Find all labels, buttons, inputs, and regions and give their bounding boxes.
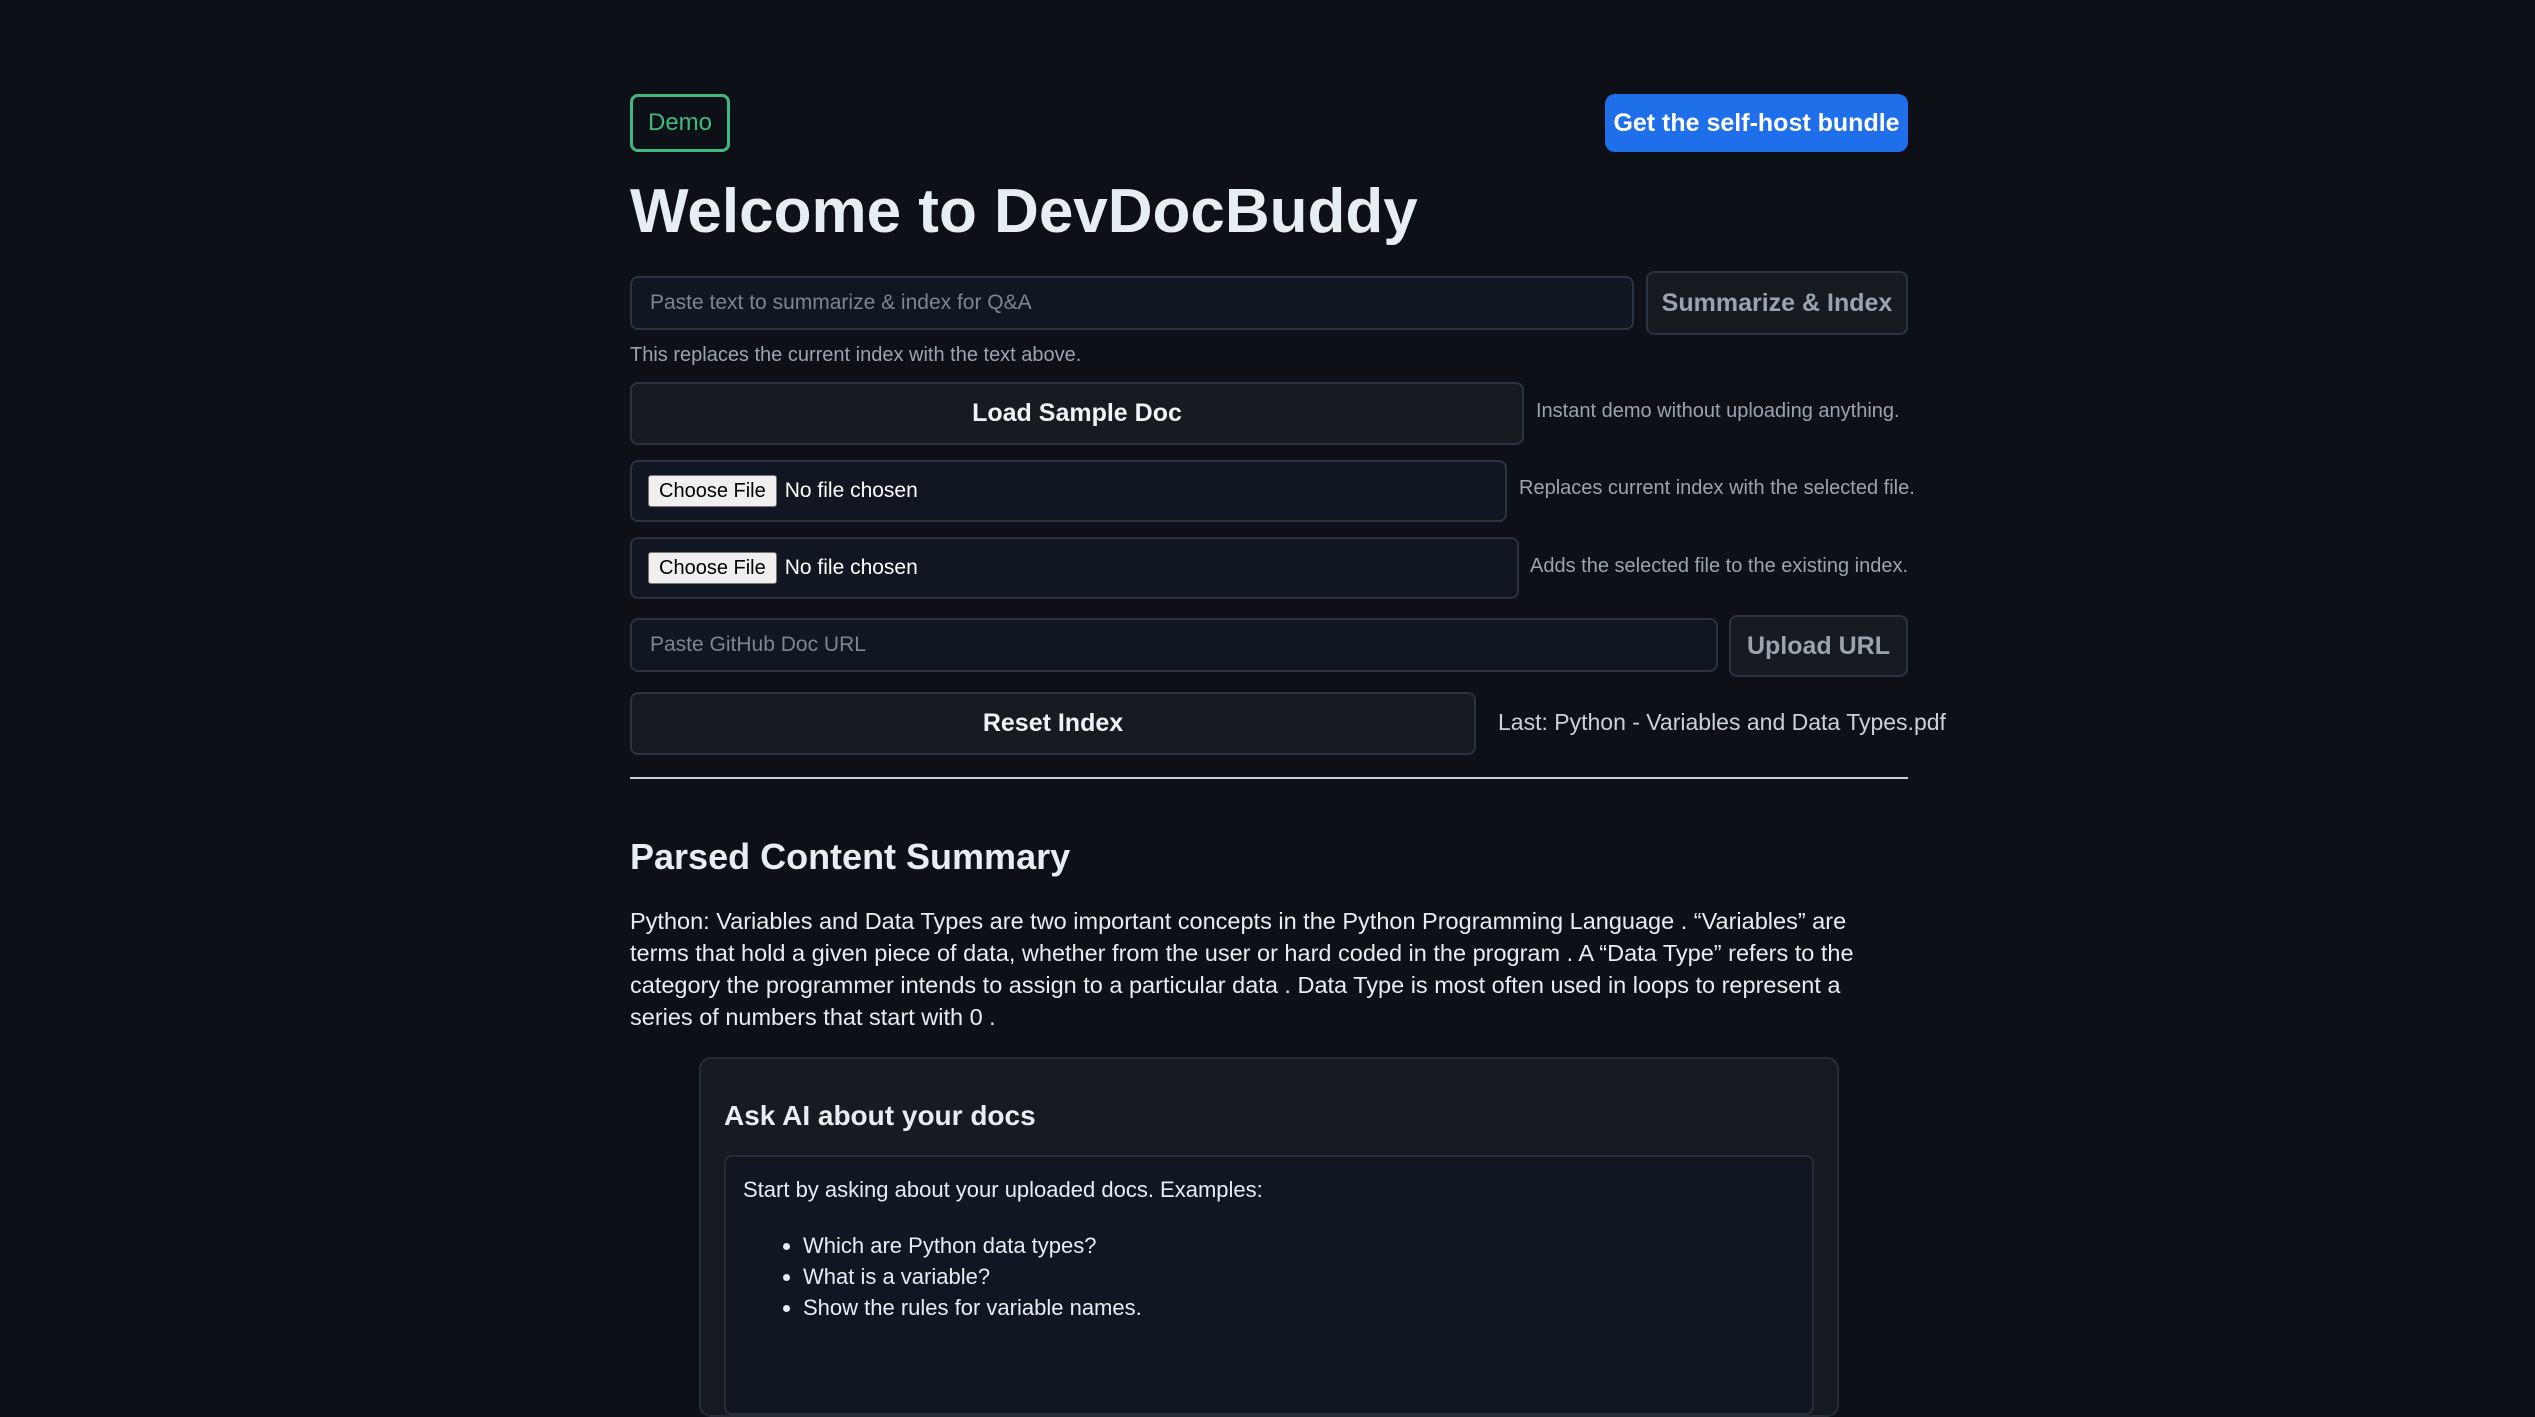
ask-ai-title: Ask AI about your docs (724, 1100, 1036, 1131)
replace-file-input[interactable]: Choose File No file chosen (630, 460, 1507, 522)
add-file-input[interactable]: Choose File No file chosen (630, 537, 1519, 599)
reset-index-button[interactable]: Reset Index (630, 692, 1476, 755)
replace-file-hint: Replaces current index with the selected… (1519, 477, 1915, 499)
demo-badge: Demo (630, 94, 730, 152)
example-question: Which are Python data types? (803, 1230, 1142, 1261)
last-file-label: Last: Python - Variables and Data Types.… (1498, 709, 1946, 735)
self-host-bundle-button[interactable]: Get the self-host bundle (1605, 94, 1908, 152)
example-question: Show the rules for variable names. (803, 1292, 1142, 1323)
choose-file-button[interactable]: Choose File (648, 475, 777, 507)
example-question: What is a variable? (803, 1261, 1142, 1292)
load-sample-doc-button[interactable]: Load Sample Doc (630, 382, 1524, 445)
sample-hint: Instant demo without uploading anything. (1536, 400, 1900, 422)
divider (630, 777, 1908, 779)
upload-url-button[interactable]: Upload URL (1729, 615, 1908, 677)
summary-text: Python: Variables and Data Types are two… (630, 908, 1854, 1030)
github-url-input[interactable]: Paste GitHub Doc URL (630, 618, 1718, 672)
summarize-text-input[interactable]: Paste text to summarize & index for Q&A (630, 276, 1634, 330)
choose-file-button[interactable]: Choose File (648, 552, 777, 584)
file-status: No file chosen (784, 556, 918, 579)
summarize-hint: This replaces the current index with the… (630, 344, 1082, 366)
page: Demo Get the self-host bundle Welcome to… (0, 0, 2535, 1417)
chat-intro: Start by asking about your uploaded docs… (743, 1177, 1263, 1202)
example-questions: Which are Python data types? What is a v… (743, 1230, 1142, 1323)
file-status: No file chosen (784, 479, 918, 502)
add-file-hint: Adds the selected file to the existing i… (1530, 555, 1909, 577)
page-title: Welcome to DevDocBuddy (630, 177, 1418, 246)
summary-heading: Parsed Content Summary (630, 836, 1071, 877)
summarize-index-button[interactable]: Summarize & Index (1646, 271, 1908, 335)
